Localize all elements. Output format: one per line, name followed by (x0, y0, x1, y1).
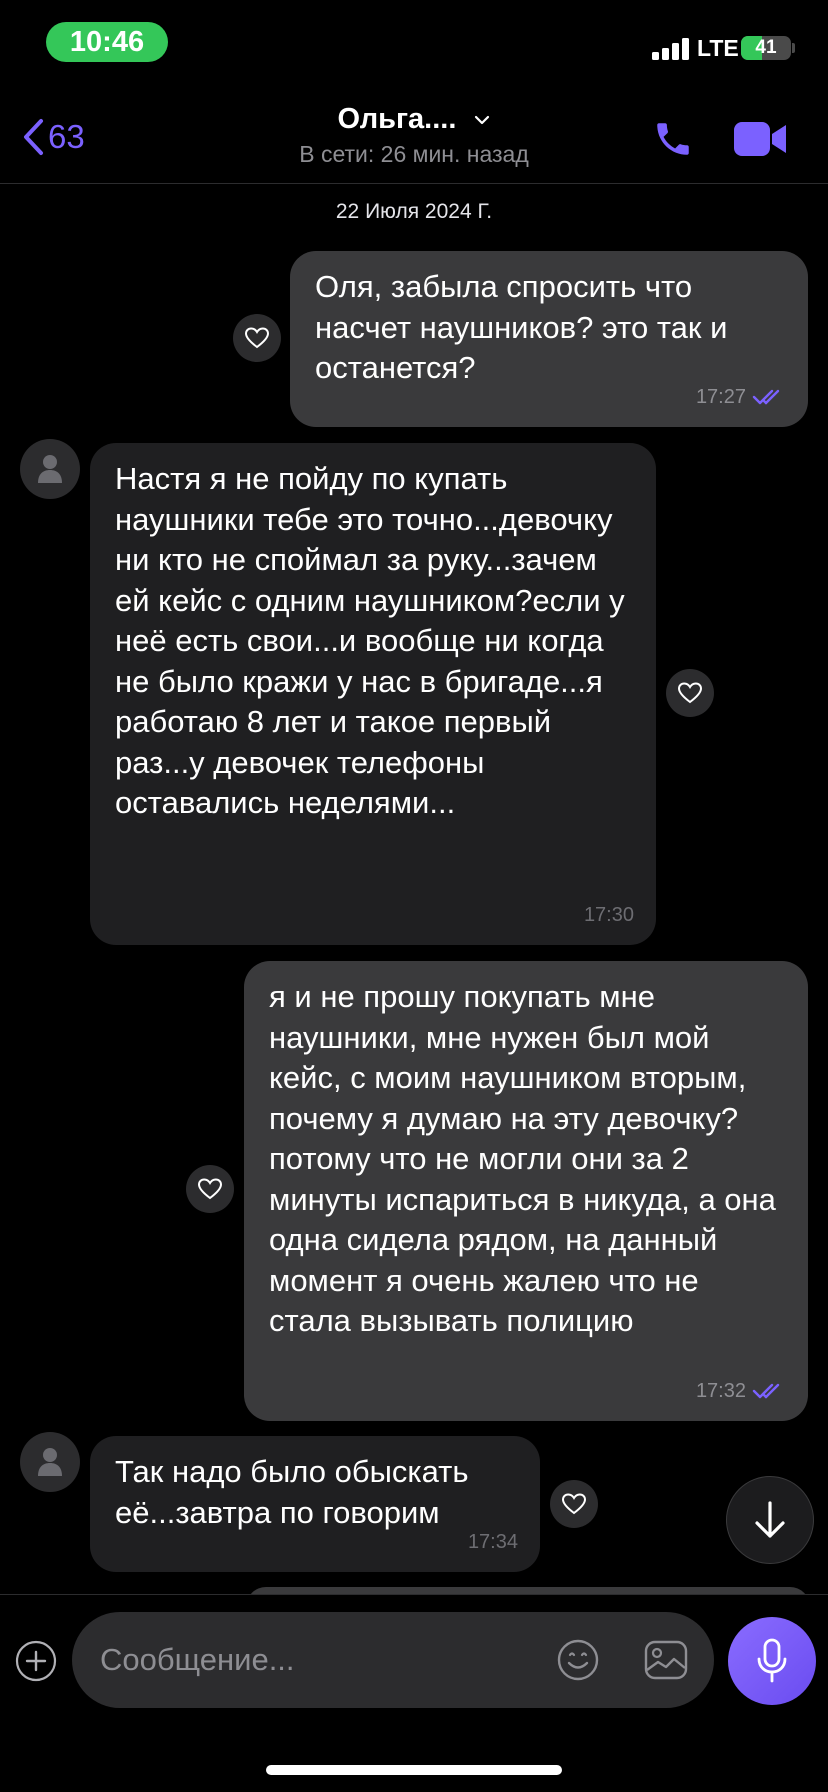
message-bubble-outgoing[interactable]: Оля, забыла спросить что насчет наушнико… (290, 251, 808, 427)
smiley-icon[interactable] (556, 1638, 600, 1682)
message-time: 17:27 (695, 385, 746, 408)
message-text: Оля, забыла спросить что насчет наушнико… (315, 269, 728, 385)
contact-name-button[interactable]: Ольга.... (0, 103, 828, 136)
heart-icon (561, 1493, 587, 1515)
date-separator: 22 Июля 2024 Г. (335, 200, 493, 223)
message-time: 17:30 (583, 903, 634, 926)
battery-percent: 41 (755, 37, 777, 58)
voice-message-button[interactable] (728, 1617, 816, 1705)
message-text: Так надо было обыскать её...завтра по го… (115, 1454, 469, 1530)
message-bubble-incoming[interactable]: Настя я не пойду по купать наушники тебе… (90, 443, 656, 945)
like-button[interactable] (550, 1480, 598, 1528)
heart-icon (197, 1178, 223, 1200)
person-icon (38, 455, 62, 483)
battery-nub (792, 43, 795, 53)
battery-icon: 41 (741, 36, 791, 60)
read-receipt-icon (752, 1383, 780, 1398)
message-time: 17:34 (467, 1530, 518, 1553)
video-camera-icon[interactable] (732, 118, 788, 160)
heart-icon (677, 682, 703, 704)
message-meta: 17:27 (696, 377, 786, 418)
heart-icon (244, 327, 270, 349)
message-bubble-incoming[interactable]: Так надо было обыскать её...завтра по го… (90, 1436, 540, 1572)
plus-circle-icon[interactable] (15, 1640, 57, 1682)
message-bubble-outgoing[interactable]: я и не прошу покупать мне наушники, мне … (244, 961, 808, 1421)
arrow-down-icon (755, 1501, 785, 1538)
network-type: LTE (697, 35, 739, 61)
person-icon (38, 1448, 62, 1476)
phone-icon[interactable] (652, 118, 694, 160)
like-button[interactable] (186, 1165, 234, 1213)
like-button[interactable] (233, 314, 281, 362)
like-button[interactable] (666, 669, 714, 717)
message-text: я и не прошу покупать мне наушники, мне … (269, 979, 776, 1338)
home-indicator (266, 1765, 562, 1775)
header-divider (0, 183, 828, 184)
avatar[interactable] (20, 1432, 80, 1492)
contact-name: Ольга.... (337, 103, 457, 135)
message-text: Настя я не пойду по купать наушники тебе… (115, 461, 625, 820)
avatar[interactable] (20, 439, 80, 499)
message-input[interactable] (72, 1612, 714, 1708)
signal-strength-icon (652, 38, 689, 60)
read-receipt-icon (752, 389, 780, 404)
scroll-to-bottom-button[interactable] (726, 1476, 814, 1564)
status-time: 10:46 (46, 22, 168, 62)
microphone-icon (757, 1638, 787, 1683)
chevron-down-icon (475, 116, 490, 125)
contact-status: В сети: 26 мин. назад (299, 141, 529, 167)
message-meta: 17:32 (696, 1371, 786, 1412)
gallery-icon[interactable] (643, 1638, 689, 1682)
message-time: 17:32 (695, 1379, 746, 1402)
